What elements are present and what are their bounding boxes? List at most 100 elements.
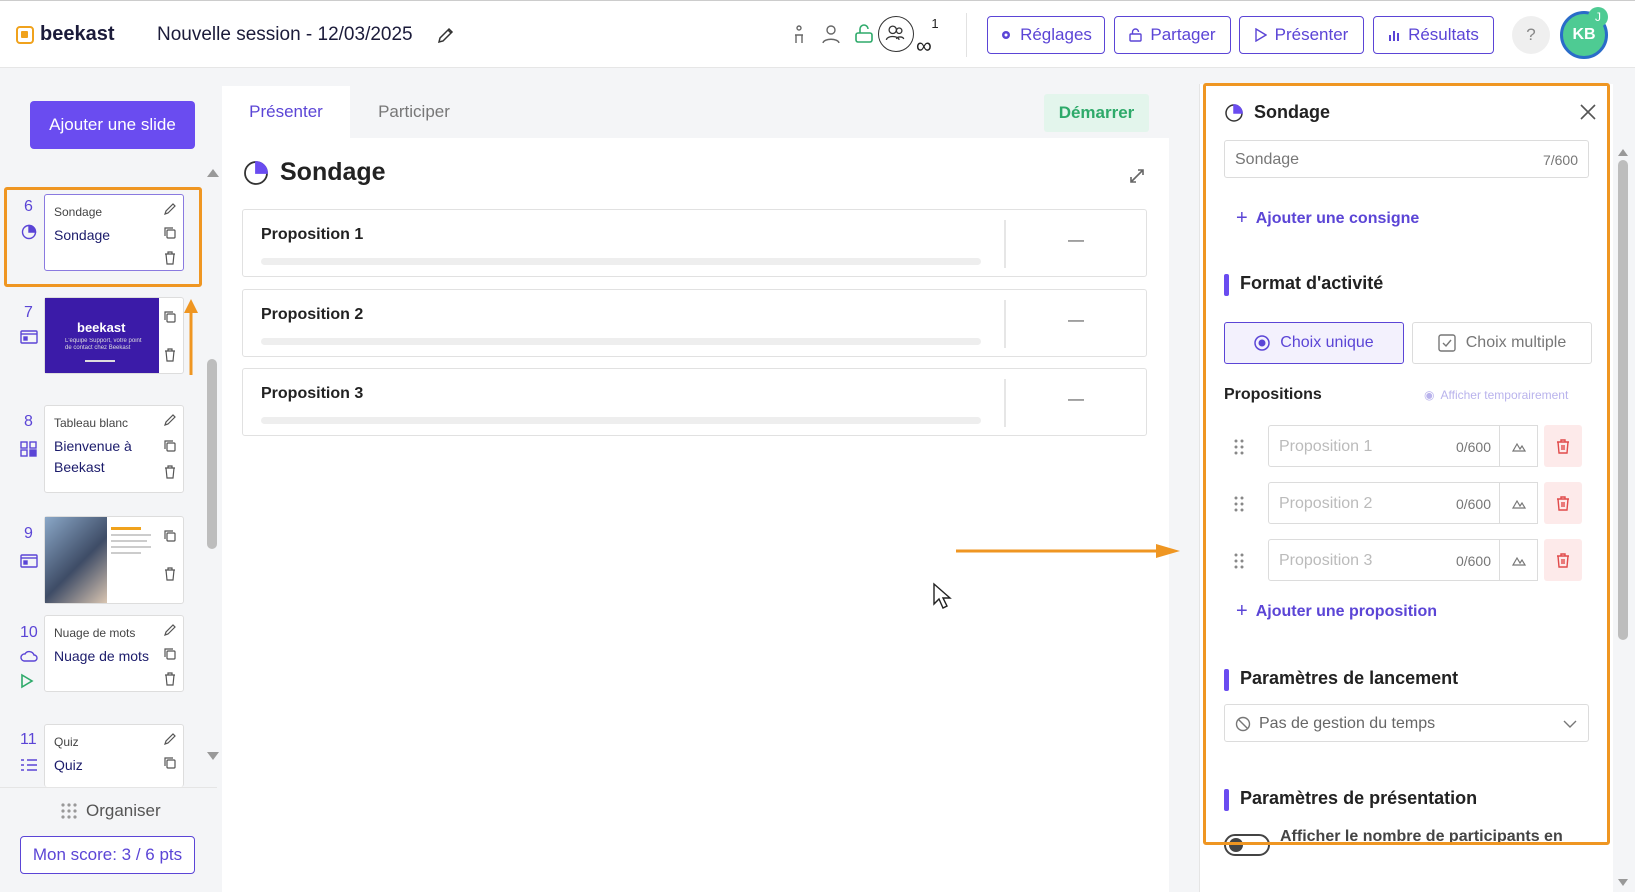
slide-number: 11 xyxy=(20,731,37,748)
duplicate-icon[interactable] xyxy=(163,439,177,453)
add-slide-button[interactable]: Ajouter une slide xyxy=(30,101,195,149)
pencil-icon[interactable] xyxy=(436,25,456,45)
tab-present[interactable]: Présenter xyxy=(222,86,350,138)
quiz-icon xyxy=(21,759,37,771)
start-button[interactable]: Démarrer xyxy=(1044,94,1149,132)
drag-handle-icon[interactable] xyxy=(1232,494,1246,514)
scroll-up-icon[interactable] xyxy=(206,168,220,178)
organiser-footer: Organiser Mon score: 3 / 6 pts xyxy=(0,787,217,892)
panel-scroll-up-icon[interactable] xyxy=(1617,148,1629,157)
presentation-section-title: Paramètres de présentation xyxy=(1224,788,1477,811)
poll-icon xyxy=(244,160,268,185)
panel-header: Sondage xyxy=(1224,102,1330,123)
proposition-input[interactable]: Proposition 3 0/600 xyxy=(1268,539,1500,581)
slide-thumbnail xyxy=(45,517,107,603)
avatar-badge: J xyxy=(1588,7,1608,27)
edit-slide-icon[interactable] xyxy=(163,623,177,637)
share-button[interactable]: Partager xyxy=(1114,16,1231,54)
slide-title: Quiz xyxy=(54,757,83,773)
organise-button[interactable]: Organiser xyxy=(60,801,161,821)
duplicate-icon[interactable] xyxy=(163,647,177,661)
tab-participate[interactable]: Participer xyxy=(350,86,478,138)
slide-card-quiz[interactable]: Quiz Quiz xyxy=(44,724,184,787)
add-image-button[interactable] xyxy=(1500,425,1538,467)
participants-icon[interactable] xyxy=(878,16,914,52)
beekast-logo[interactable]: beekast xyxy=(16,23,115,46)
proposition-placeholder: Proposition 2 xyxy=(1279,495,1373,512)
proposition-input[interactable]: Proposition 2 0/600 xyxy=(1268,482,1500,524)
add-image-button[interactable] xyxy=(1500,539,1538,581)
launch-section-title: Paramètres de lancement xyxy=(1224,668,1458,691)
scroll-down-icon[interactable] xyxy=(206,751,220,761)
expand-icon[interactable] xyxy=(1127,166,1147,186)
trash-icon[interactable] xyxy=(163,672,177,686)
poll-icon xyxy=(21,224,37,240)
results-button[interactable]: Résultats xyxy=(1373,16,1494,54)
presenter-icon[interactable] xyxy=(788,23,810,45)
help-button[interactable]: ? xyxy=(1512,16,1550,54)
duplicate-icon[interactable] xyxy=(163,226,177,240)
unlock-icon[interactable] xyxy=(853,23,875,45)
duplicate-icon[interactable] xyxy=(163,756,177,770)
trash-icon[interactable] xyxy=(163,567,177,581)
multiple-choice-label: Choix multiple xyxy=(1465,334,1567,351)
user-icon[interactable] xyxy=(820,23,842,45)
panel-scrollbar[interactable] xyxy=(1618,160,1628,640)
proposition-placeholder: Proposition 1 xyxy=(1279,438,1373,455)
slide-card-beekast[interactable]: beekast L'équipe Support, votre point de… xyxy=(44,297,184,374)
show-temporarily-toggle[interactable]: ◉ Afficher temporairement xyxy=(1424,388,1568,402)
multiple-choice-option[interactable]: Choix multiple xyxy=(1412,322,1592,364)
mode-tabs: Présenter Participer Démarrer xyxy=(222,86,1169,138)
poll-icon xyxy=(1225,103,1243,122)
slide-number: 8 xyxy=(24,413,33,430)
present-button[interactable]: Présenter xyxy=(1239,16,1364,54)
slide-card-whiteboard[interactable]: Tableau blanc Bienvenue à Beekast xyxy=(44,405,184,493)
panel-scroll-down-icon[interactable] xyxy=(1617,878,1629,887)
question-input[interactable]: Sondage 7/600 xyxy=(1224,140,1589,178)
score-button[interactable]: Mon score: 3 / 6 pts xyxy=(20,836,195,874)
close-icon[interactable] xyxy=(1578,102,1598,122)
time-management-select[interactable]: Pas de gestion du temps xyxy=(1224,704,1589,742)
slides-scrollbar[interactable] xyxy=(207,359,217,549)
trash-icon xyxy=(1557,439,1569,454)
single-choice-option[interactable]: Choix unique xyxy=(1224,322,1404,364)
no-timer-icon xyxy=(1235,716,1251,732)
delete-proposition-button[interactable] xyxy=(1544,539,1582,581)
trash-icon[interactable] xyxy=(163,465,177,479)
single-choice-label: Choix unique xyxy=(1280,334,1374,351)
trash-icon[interactable] xyxy=(163,251,177,265)
delete-proposition-button[interactable] xyxy=(1544,482,1582,524)
result-label: Proposition 3 xyxy=(261,385,364,402)
slide-card-wordcloud[interactable]: Nuage de mots Nuage de mots xyxy=(44,615,184,692)
top-bar: beekast Nouvelle session - 12/03/2025 1 … xyxy=(0,0,1635,68)
edit-slide-icon[interactable] xyxy=(163,202,177,216)
edit-slide-icon[interactable] xyxy=(163,413,177,427)
trash-icon[interactable] xyxy=(163,348,177,362)
slide-number: 10 xyxy=(20,624,38,641)
brand-name: beekast xyxy=(40,23,115,45)
participants-limit: ∞ xyxy=(916,33,932,58)
drag-handle-icon[interactable] xyxy=(1232,551,1246,571)
add-image-button[interactable] xyxy=(1500,482,1538,524)
session-title[interactable]: Nouvelle session - 12/03/2025 xyxy=(157,24,413,46)
duplicate-icon[interactable] xyxy=(163,310,177,324)
present-label: Présenter xyxy=(1274,25,1349,44)
thumbnail-text: L'équipe Support, votre point de contact… xyxy=(65,338,142,351)
proposition-input[interactable]: Proposition 1 0/600 xyxy=(1268,425,1500,467)
settings-button[interactable]: Réglages xyxy=(987,16,1105,54)
delete-proposition-button[interactable] xyxy=(1544,425,1582,467)
add-proposition-link[interactable]: + Ajouter une proposition xyxy=(1236,600,1437,623)
result-row: Proposition 3 — xyxy=(242,368,1147,436)
question-char-count: 7/600 xyxy=(1542,152,1578,168)
slide-number: 6 xyxy=(24,198,33,215)
edit-slide-icon[interactable] xyxy=(163,732,177,746)
drag-handle-icon[interactable] xyxy=(1232,437,1246,457)
participants-count-toggle[interactable] xyxy=(1224,834,1270,856)
content-slide-icon xyxy=(20,554,38,568)
eye-icon: ◉ xyxy=(1424,388,1435,402)
duplicate-icon[interactable] xyxy=(163,529,177,543)
image-icon xyxy=(1511,556,1526,566)
add-instruction-link[interactable]: + Ajouter une consigne xyxy=(1236,207,1419,230)
slide-card-sondage[interactable]: Sondage Sondage xyxy=(44,194,184,271)
slide-card-photo[interactable] xyxy=(44,516,184,604)
